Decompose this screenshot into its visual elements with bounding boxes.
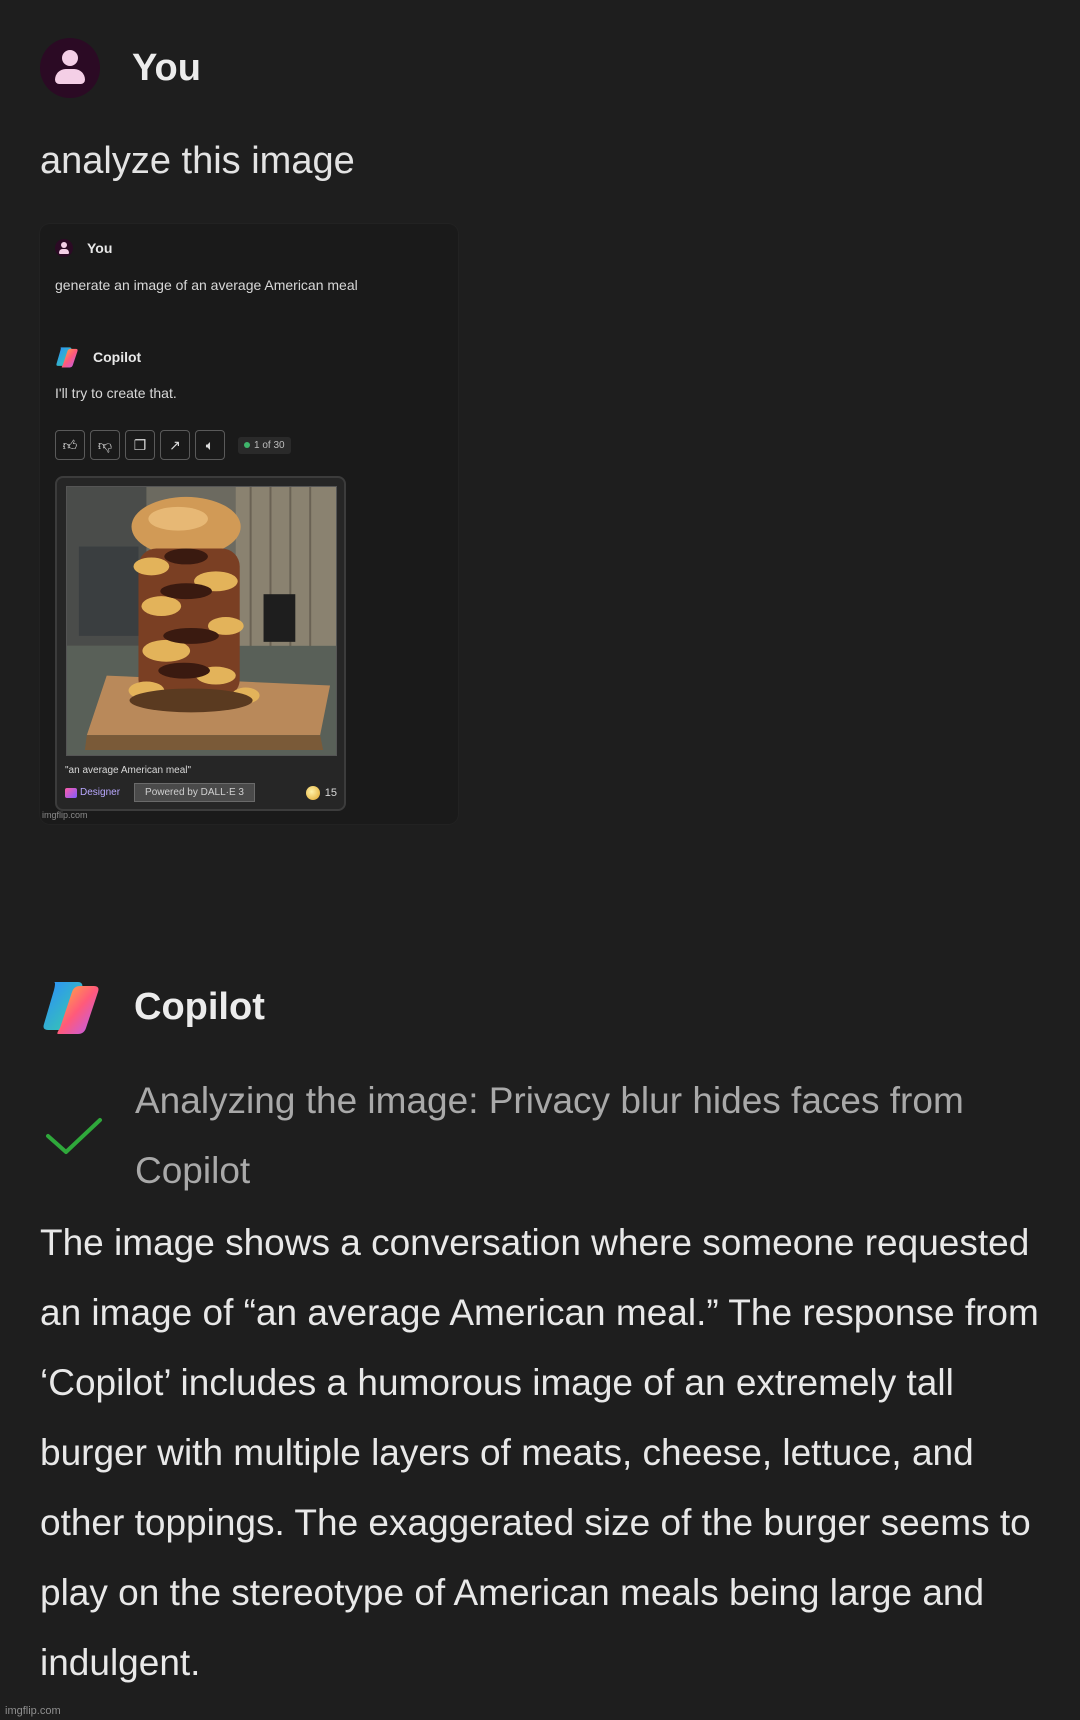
imgflip-watermark: imgflip.com [5, 1705, 61, 1717]
analysis-status: Analyzing the image: Privacy blur hides … [135, 1080, 964, 1191]
copilot-logo-icon [56, 347, 78, 368]
attached-action-bar: 👍︎ 👎︎ ❐ ↗ 🔈︎ 1 of 30 [55, 430, 291, 460]
attached-copilot-reply: I'll try to create that. [55, 385, 177, 401]
boost-counter: 15 [305, 785, 337, 800]
image-caption: "an average American meal" [65, 765, 192, 776]
attached-watermark: imgflip.com [42, 810, 88, 820]
thumbs-up-icon: 👍︎ [55, 430, 85, 460]
chat-page: You analyze this image You generate an i… [0, 0, 1080, 1720]
copy-icon: ❐ [125, 430, 155, 460]
burger-image [66, 486, 337, 756]
attached-user-prompt: generate an image of an average American… [55, 277, 358, 293]
generated-image-card: "an average American meal" Designer Powe… [55, 476, 346, 811]
user-avatar-icon [40, 38, 100, 98]
attached-image[interactable]: You generate an image of an average Amer… [40, 224, 458, 824]
designer-logo-icon [65, 787, 77, 798]
share-icon: ↗ [160, 430, 190, 460]
attached-copilot-header: Copilot [55, 345, 141, 369]
check-icon [46, 1118, 102, 1154]
designer-label: Designer [80, 787, 121, 798]
attached-user-name: You [87, 240, 113, 256]
speaker-icon: 🔈︎ [195, 430, 225, 460]
attached-user-header: You [55, 239, 112, 257]
copilot-answer-text: The image shows a conversation where som… [40, 1222, 1039, 1683]
user-message-header: You [40, 38, 201, 98]
user-message-text: analyze this image [40, 140, 355, 182]
copilot-message-header: Copilot [40, 978, 265, 1036]
powered-by-badge: Powered by DALL·E 3 [134, 783, 255, 802]
copilot-logo-icon [43, 982, 99, 1034]
copilot-sender-name: Copilot [134, 985, 265, 1028]
user-sender-name: You [132, 46, 201, 89]
thumbs-down-icon: 👎︎ [90, 430, 120, 460]
image-counter-text: 1 of 30 [254, 439, 285, 451]
designer-badge: Designer [65, 787, 120, 798]
boost-count: 15 [324, 786, 337, 799]
attached-copilot-name: Copilot [93, 349, 142, 365]
image-counter: 1 of 30 [238, 436, 291, 454]
image-footer: Designer Powered by DALL·E 3 15 [65, 783, 337, 802]
user-avatar-icon [55, 239, 73, 257]
coin-icon [305, 785, 320, 800]
